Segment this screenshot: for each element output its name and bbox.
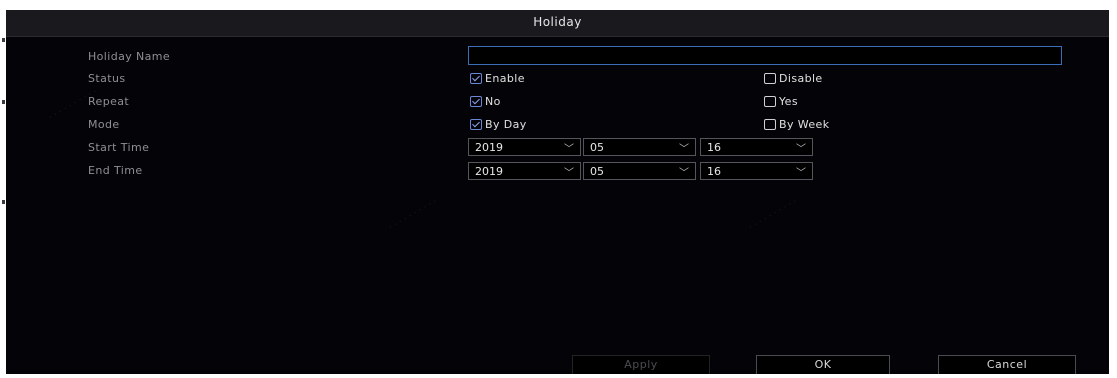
holiday-dialog: · · · · · · · · · · · · · · · · · · · · … bbox=[6, 10, 1109, 374]
checkbox-checked-icon bbox=[470, 96, 482, 107]
mode-label: Mode bbox=[88, 118, 120, 131]
ok-button[interactable]: OK bbox=[756, 355, 890, 374]
status-enable-label: Enable bbox=[485, 72, 525, 85]
end-month-value: 05 bbox=[590, 165, 604, 178]
chevron-down-icon: ﹀ bbox=[796, 144, 806, 155]
repeat-no-checkbox[interactable]: No bbox=[470, 95, 501, 108]
end-day-value: 16 bbox=[707, 165, 721, 178]
start-month-value: 05 bbox=[590, 141, 604, 154]
dialog-title: Holiday bbox=[533, 15, 582, 29]
edge-marker bbox=[2, 200, 5, 204]
end-year-value: 2019 bbox=[475, 165, 503, 178]
start-time-label: Start Time bbox=[88, 141, 150, 154]
status-disable-checkbox[interactable]: Disable bbox=[764, 72, 823, 85]
repeat-no-label: No bbox=[485, 95, 501, 108]
end-year-select[interactable]: 2019 ﹀ bbox=[468, 162, 581, 180]
start-day-value: 16 bbox=[707, 141, 721, 154]
start-month-select[interactable]: 05 ﹀ bbox=[583, 138, 696, 156]
chevron-down-icon: ﹀ bbox=[679, 144, 689, 155]
holiday-name-label: Holiday Name bbox=[88, 50, 171, 63]
end-day-select[interactable]: 16 ﹀ bbox=[700, 162, 813, 180]
end-time-label: End Time bbox=[88, 164, 143, 177]
checkbox-checked-icon bbox=[470, 73, 482, 84]
chevron-down-icon: ﹀ bbox=[564, 144, 574, 155]
checkbox-unchecked-icon bbox=[764, 119, 776, 130]
repeat-yes-label: Yes bbox=[779, 95, 798, 108]
holiday-name-input[interactable] bbox=[468, 46, 1062, 65]
status-enable-checkbox[interactable]: Enable bbox=[470, 72, 525, 85]
checkbox-unchecked-icon bbox=[764, 96, 776, 107]
watermark: · · · · · · · · · · bbox=[747, 197, 800, 233]
chevron-down-icon: ﹀ bbox=[796, 168, 806, 179]
mode-by-week-label: By Week bbox=[779, 118, 830, 131]
watermark: · · · · · · · · · · bbox=[387, 197, 440, 233]
mode-by-day-checkbox[interactable]: By Day bbox=[470, 118, 527, 131]
mode-by-week-checkbox[interactable]: By Week bbox=[764, 118, 830, 131]
repeat-yes-checkbox[interactable]: Yes bbox=[764, 95, 798, 108]
cancel-button[interactable]: Cancel bbox=[938, 355, 1076, 374]
status-label: Status bbox=[88, 72, 126, 85]
start-day-select[interactable]: 16 ﹀ bbox=[700, 138, 813, 156]
title-bar: Holiday bbox=[6, 10, 1109, 37]
checkbox-unchecked-icon bbox=[764, 73, 776, 84]
edge-marker bbox=[2, 38, 5, 42]
edge-marker bbox=[2, 100, 5, 104]
chevron-down-icon: ﹀ bbox=[564, 168, 574, 179]
repeat-label: Repeat bbox=[88, 95, 130, 108]
start-year-select[interactable]: 2019 ﹀ bbox=[468, 138, 581, 156]
mode-by-day-label: By Day bbox=[485, 118, 527, 131]
chevron-down-icon: ﹀ bbox=[679, 168, 689, 179]
status-disable-label: Disable bbox=[779, 72, 823, 85]
apply-button[interactable]: Apply bbox=[572, 355, 710, 374]
end-month-select[interactable]: 05 ﹀ bbox=[583, 162, 696, 180]
start-year-value: 2019 bbox=[475, 141, 503, 154]
checkbox-checked-icon bbox=[470, 119, 482, 130]
